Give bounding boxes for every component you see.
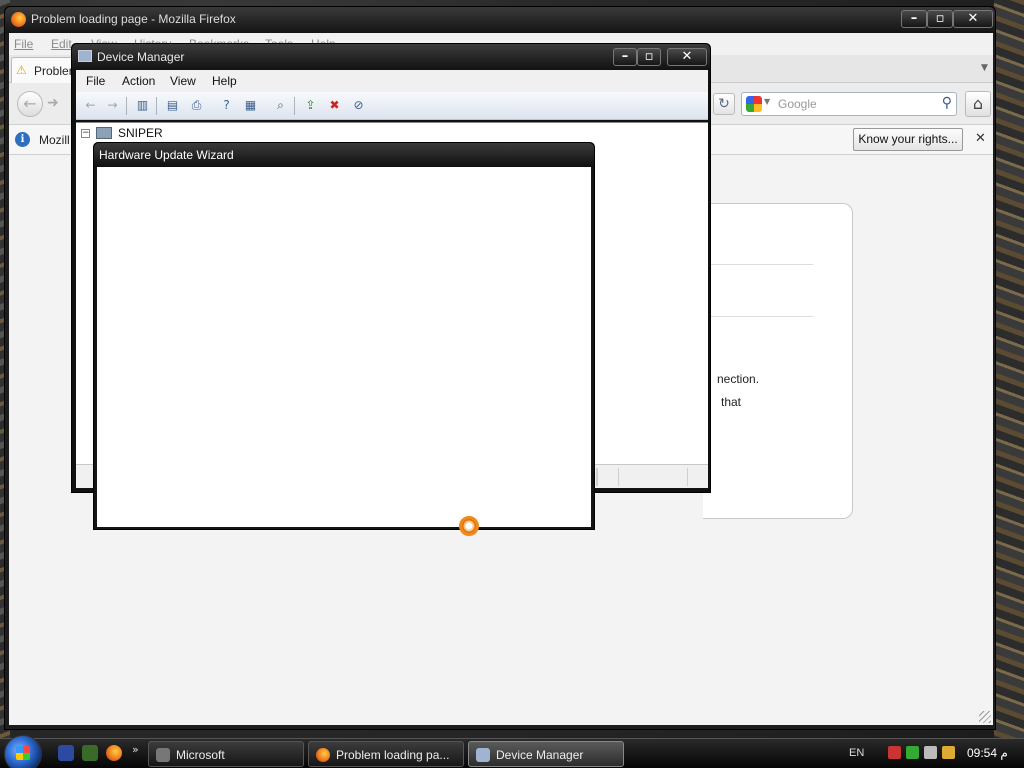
dm-minimize-button[interactable]: –: [613, 48, 637, 66]
error-text-line: nection.: [717, 372, 760, 386]
taskbar-item-microsoft[interactable]: Microsoft: [148, 741, 304, 767]
home-button[interactable]: ⌂: [965, 91, 991, 117]
error-text-line: that: [721, 395, 742, 409]
firefox-quick-launch-icon[interactable]: [106, 745, 122, 761]
properties-icon[interactable]: ▤: [164, 97, 181, 114]
quick-launch-more-icon[interactable]: »: [132, 743, 139, 756]
error-page-box: nection. that: [703, 203, 853, 519]
windows-logo-icon: [16, 746, 30, 760]
uninstall-icon[interactable]: ✖: [326, 97, 343, 114]
dm-menu-view[interactable]: View: [170, 74, 196, 88]
print-icon[interactable]: ⎙: [188, 97, 205, 114]
maximize-button[interactable]: ▫: [927, 10, 953, 28]
dm-toolbar: ← → ▥ ▤ ⎙ ? ▦ ⌕ ⇪ ✖ ⊘: [76, 92, 708, 120]
tray-tool-icon[interactable]: [942, 746, 955, 759]
desktop-wallpaper-right: [994, 0, 1024, 740]
help-icon[interactable]: ?: [218, 97, 235, 114]
firefox-window-title: Problem loading page - Mozilla Firefox: [31, 12, 236, 26]
security-shield-icon[interactable]: [888, 746, 901, 759]
back-icon[interactable]: ←: [82, 97, 99, 114]
app-icon: [156, 748, 170, 762]
back-button[interactable]: ←: [17, 91, 43, 117]
notification-text: Mozill: [39, 133, 70, 147]
show-hide-tree-icon[interactable]: ▥: [134, 97, 151, 114]
close-button[interactable]: ✕: [953, 10, 993, 28]
network-icon[interactable]: [906, 746, 919, 759]
update-driver-icon[interactable]: ⇪: [302, 97, 319, 114]
divider: [703, 316, 813, 317]
google-icon[interactable]: [746, 96, 762, 112]
collapse-icon[interactable]: −: [81, 129, 90, 138]
taskbar-item-device-manager[interactable]: Device Manager: [468, 741, 624, 767]
wizard-title: Hardware Update Wizard: [99, 148, 234, 162]
divider: [703, 264, 813, 265]
menu-file[interactable]: File: [14, 37, 33, 51]
warning-icon: ⚠: [16, 63, 27, 77]
computer-icon: [96, 127, 112, 139]
wizard-titlebar[interactable]: Hardware Update Wizard: [94, 143, 594, 167]
scan-hardware-icon[interactable]: ⌕: [272, 97, 289, 114]
taskbar-item-label: Problem loading pa...: [336, 748, 450, 762]
tab-list-dropdown-icon[interactable]: ▼: [981, 63, 988, 73]
notification-close-icon[interactable]: ✕: [975, 131, 986, 146]
forward-icon[interactable]: →: [104, 97, 121, 114]
status-divider: [596, 468, 598, 486]
computer-icon: [476, 748, 490, 762]
search-engine-dropdown-icon[interactable]: ▼: [764, 97, 770, 106]
menu-edit[interactable]: Edit: [51, 37, 72, 51]
wizard-body: [97, 167, 591, 527]
search-box[interactable]: ▼ Google ⚲: [741, 92, 957, 116]
resize-grip-icon[interactable]: [979, 711, 991, 723]
show-desktop-icon[interactable]: [58, 745, 74, 761]
busy-cursor-icon: [459, 516, 479, 536]
taskbar-item-label: Microsoft: [176, 748, 225, 762]
start-button[interactable]: [4, 735, 42, 768]
quick-launch-app-icon[interactable]: [82, 745, 98, 761]
minimize-button[interactable]: –: [901, 10, 927, 28]
device-manager-title: Device Manager: [97, 50, 185, 64]
reload-button[interactable]: ↻: [713, 93, 735, 115]
tray-app-icon[interactable]: [924, 746, 937, 759]
search-placeholder: Google: [778, 97, 817, 111]
toolbar-separator: [156, 97, 157, 115]
language-indicator[interactable]: EN: [849, 747, 864, 759]
firefox-icon: [316, 748, 330, 762]
firefox-titlebar[interactable]: Problem loading page - Mozilla Firefox –…: [5, 7, 995, 33]
disable-icon[interactable]: ⊘: [350, 97, 367, 114]
taskbar: » Microsoft Problem loading pa... Device…: [0, 735, 1024, 768]
toolbar-separator: [126, 97, 127, 115]
know-your-rights-button[interactable]: Know your rights...: [853, 128, 963, 151]
dm-menubar: File Action View Help: [76, 70, 708, 92]
clock[interactable]: 09:54 م: [967, 746, 1008, 760]
info-icon: i: [15, 132, 30, 147]
firefox-logo-icon: [11, 12, 26, 27]
hardware-update-wizard-window: Hardware Update Wizard: [93, 142, 595, 530]
dm-menu-file[interactable]: File: [86, 74, 105, 88]
device-manager-titlebar[interactable]: Device Manager – ▫ ✕: [72, 44, 710, 70]
taskbar-item-firefox[interactable]: Problem loading pa...: [308, 741, 464, 767]
dm-maximize-button[interactable]: ▫: [637, 48, 661, 66]
dm-menu-action[interactable]: Action: [122, 74, 155, 88]
console-icon[interactable]: ▦: [242, 97, 259, 114]
tree-root-label[interactable]: SNIPER: [118, 126, 163, 140]
forward-button[interactable]: ➜: [47, 95, 59, 111]
dm-menu-help[interactable]: Help: [212, 74, 237, 88]
toolbar-separator: [294, 97, 295, 115]
tab-label: Probler: [34, 64, 73, 78]
dm-close-button[interactable]: ✕: [667, 48, 707, 66]
status-pane: [618, 468, 688, 486]
magnifier-icon[interactable]: ⚲: [942, 95, 952, 111]
computer-icon: [78, 50, 92, 62]
taskbar-item-label: Device Manager: [496, 748, 584, 762]
